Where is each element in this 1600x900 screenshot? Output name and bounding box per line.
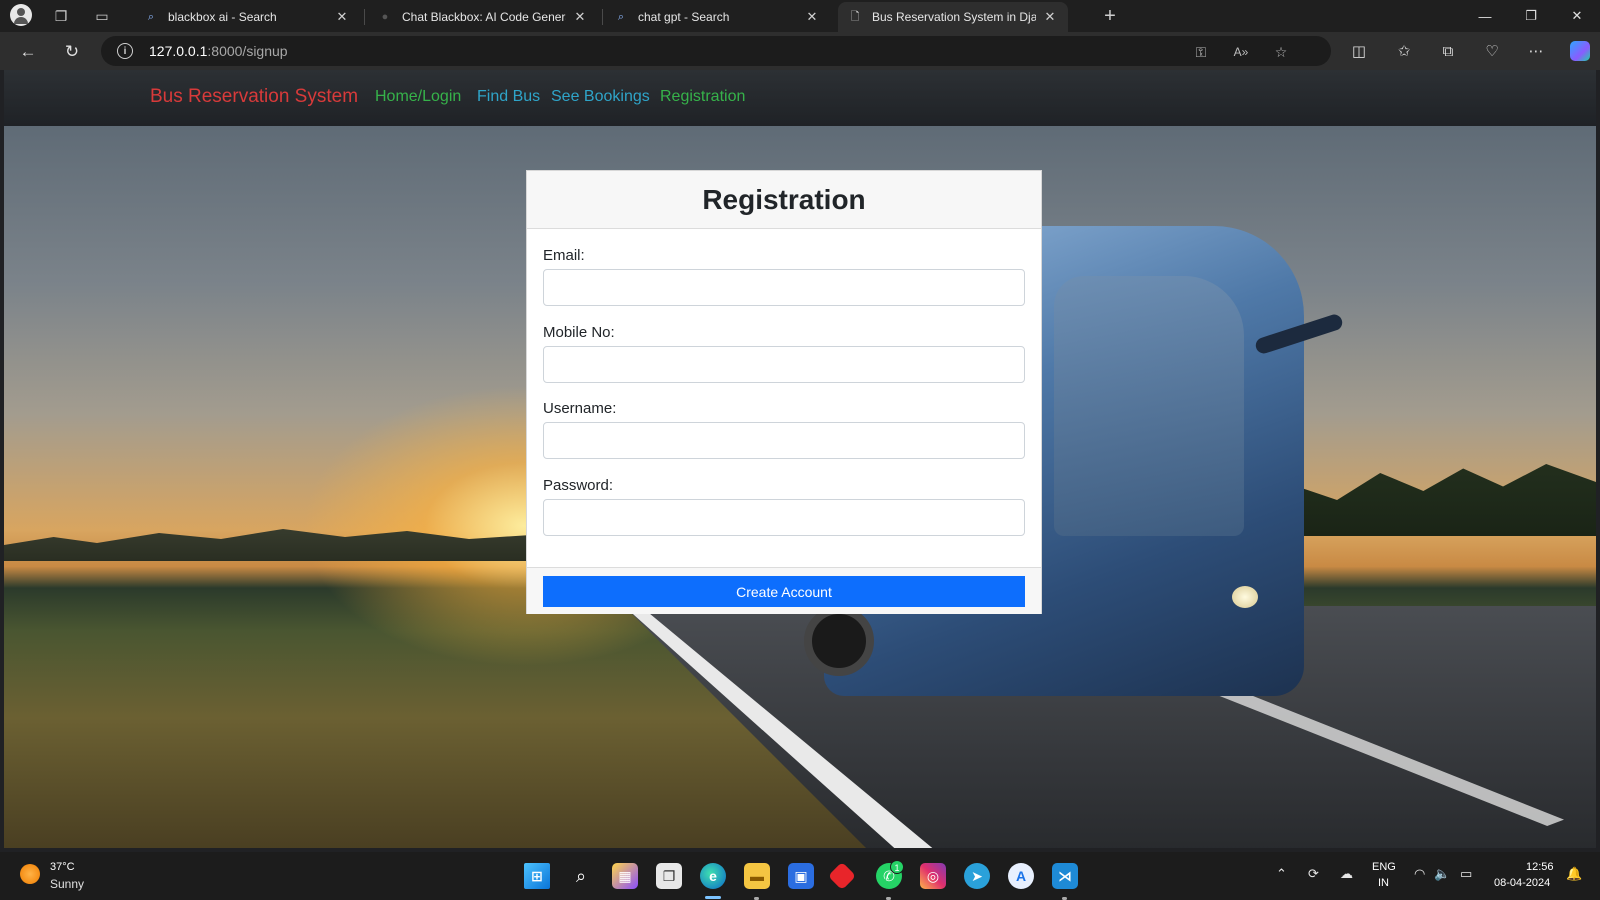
close-tab-icon[interactable]: ✕	[804, 9, 820, 25]
weather-condition[interactable]: Sunny	[50, 877, 84, 891]
browser-toolbar: ← ↻ i 127.0.0.1:8000/signup ⚿ A» ☆ ◫ ✩ ⧉…	[0, 32, 1600, 70]
address-bar[interactable]: i 127.0.0.1:8000/signup ⚿ A» ☆	[101, 36, 1331, 66]
windows-taskbar: 37°C Sunny ⊞ ⌕ ▦ ❐ e ▬ ▣ ✆ 1 ◎ ➤ A ⋊ ⌃ ⟳…	[0, 852, 1600, 900]
widgets-icon[interactable]: ▦	[612, 863, 638, 889]
windows-start-icon[interactable]: ⊞	[524, 863, 550, 889]
site-info-icon[interactable]: i	[117, 43, 133, 59]
email-field[interactable]	[543, 269, 1025, 306]
mobile-field[interactable]	[543, 346, 1025, 383]
file-explorer-icon[interactable]: ▬	[744, 863, 770, 889]
favorites-icon[interactable]: ✩	[1393, 40, 1415, 62]
browser-essentials-icon[interactable]: ♡	[1481, 40, 1503, 62]
page-icon: 🗋	[850, 10, 860, 23]
card-footer: Create Account	[527, 567, 1041, 614]
split-screen-icon[interactable]: ◫	[1348, 40, 1370, 62]
mobile-label: Mobile No:	[543, 324, 615, 341]
copilot-icon[interactable]	[1570, 41, 1590, 61]
refresh-icon[interactable]: ↻	[60, 40, 84, 64]
tab-blackbox-search[interactable]: ⌕ blackbox ai - Search ✕	[134, 2, 360, 32]
registration-card: Registration Email: Mobile No: Username:…	[526, 170, 1042, 614]
sun-icon[interactable]	[20, 864, 40, 884]
wifi-icon[interactable]: ◠	[1414, 866, 1425, 882]
email-group: Email:	[543, 247, 1025, 306]
username-field[interactable]	[543, 422, 1025, 459]
password-label: Password:	[543, 477, 614, 494]
email-label: Email:	[543, 247, 585, 264]
tab-chatgpt-search[interactable]: ⌕ chat gpt - Search ✕	[604, 2, 830, 32]
tab-bus-reservation[interactable]: 🗋 Bus Reservation System in Djang ✕	[838, 2, 1068, 32]
nav-find-bus[interactable]: Find Bus	[477, 88, 540, 106]
url-text[interactable]: 127.0.0.1:8000/signup	[149, 43, 288, 59]
nav-see-bookings[interactable]: See Bookings	[551, 88, 650, 106]
tab-title: Bus Reservation System in Djang	[872, 10, 1036, 24]
tab-title: Chat Blackbox: AI Code Generatio	[402, 10, 566, 24]
close-tab-icon[interactable]: ✕	[572, 9, 588, 25]
close-tab-icon[interactable]: ✕	[1042, 9, 1058, 25]
card-header: Registration	[527, 171, 1041, 229]
site-brand[interactable]: Bus Reservation System	[150, 86, 358, 108]
nav-home-login[interactable]: Home/Login	[375, 88, 461, 106]
new-tab-icon[interactable]: +	[1099, 5, 1121, 27]
task-view-icon[interactable]: ❐	[656, 863, 682, 889]
workspaces-icon[interactable]: ❐	[50, 5, 72, 27]
profile-avatar-icon[interactable]	[10, 4, 32, 26]
app-icon[interactable]: A	[1008, 863, 1034, 889]
more-menu-icon[interactable]: ⋯	[1525, 40, 1547, 62]
show-hidden-icons-icon[interactable]: ⌃	[1276, 866, 1287, 882]
search-icon: ⌕	[147, 10, 155, 23]
collections-icon[interactable]: ⧉	[1437, 40, 1459, 62]
vscode-icon[interactable]: ⋊	[1052, 863, 1078, 889]
clock-date[interactable]: 08-04-2024	[1494, 877, 1550, 889]
vertical-tabs-icon[interactable]: ▭	[91, 5, 113, 27]
tab-title: blackbox ai - Search	[168, 10, 277, 24]
region-indicator[interactable]: IN	[1378, 877, 1389, 889]
sync-icon[interactable]: ⟳	[1308, 866, 1319, 882]
password-field[interactable]	[543, 499, 1025, 536]
back-icon[interactable]: ←	[16, 40, 40, 64]
page-viewport: Bus Reservation System Home/Login Find B…	[4, 70, 1596, 848]
volume-icon[interactable]: 🔈	[1434, 866, 1450, 882]
username-label: Username:	[543, 400, 617, 417]
create-account-button[interactable]: Create Account	[543, 576, 1025, 607]
browser-tab-bar: ❐ ▭ ⌕ blackbox ai - Search ✕ ● Chat Blac…	[0, 0, 1600, 32]
search-icon[interactable]: ⌕	[568, 863, 594, 889]
clock-time[interactable]: 12:56	[1526, 861, 1554, 873]
microsoft-store-icon[interactable]: ▣	[788, 863, 814, 889]
tab-title: chat gpt - Search	[638, 10, 730, 24]
site-navbar: Bus Reservation System Home/Login Find B…	[4, 70, 1596, 126]
close-tab-icon[interactable]: ✕	[334, 9, 350, 25]
anydesk-icon[interactable]	[827, 861, 857, 891]
search-icon: ⌕	[617, 10, 625, 23]
nav-registration[interactable]: Registration	[660, 88, 745, 106]
username-group: Username:	[543, 400, 1025, 459]
restore-icon[interactable]: ❐	[1508, 0, 1554, 32]
telegram-icon[interactable]: ➤	[964, 863, 990, 889]
edge-browser-icon[interactable]: e	[700, 863, 726, 889]
read-aloud-icon[interactable]: A»	[1231, 42, 1251, 62]
cloud-off-icon[interactable]: ☁	[1340, 866, 1353, 882]
favorite-star-icon[interactable]: ☆	[1271, 42, 1291, 62]
close-window-icon[interactable]: ✕	[1554, 0, 1600, 32]
language-indicator[interactable]: ENG	[1372, 861, 1396, 873]
blackbox-icon: ●	[381, 11, 389, 23]
notification-bell-icon[interactable]: 🔔	[1566, 866, 1582, 882]
whatsapp-badge: 1	[890, 860, 904, 874]
page-title: Registration	[702, 183, 866, 215]
minimize-icon[interactable]: —	[1462, 0, 1508, 32]
password-key-icon[interactable]: ⚿	[1191, 42, 1211, 62]
password-group: Password:	[543, 477, 1025, 536]
weather-temperature[interactable]: 37°C	[50, 861, 75, 873]
tab-blackbox-chat[interactable]: ● Chat Blackbox: AI Code Generatio ✕	[368, 2, 598, 32]
battery-icon[interactable]: ▭	[1460, 866, 1472, 882]
mobile-group: Mobile No:	[543, 324, 1025, 383]
instagram-icon[interactable]: ◎	[920, 863, 946, 889]
